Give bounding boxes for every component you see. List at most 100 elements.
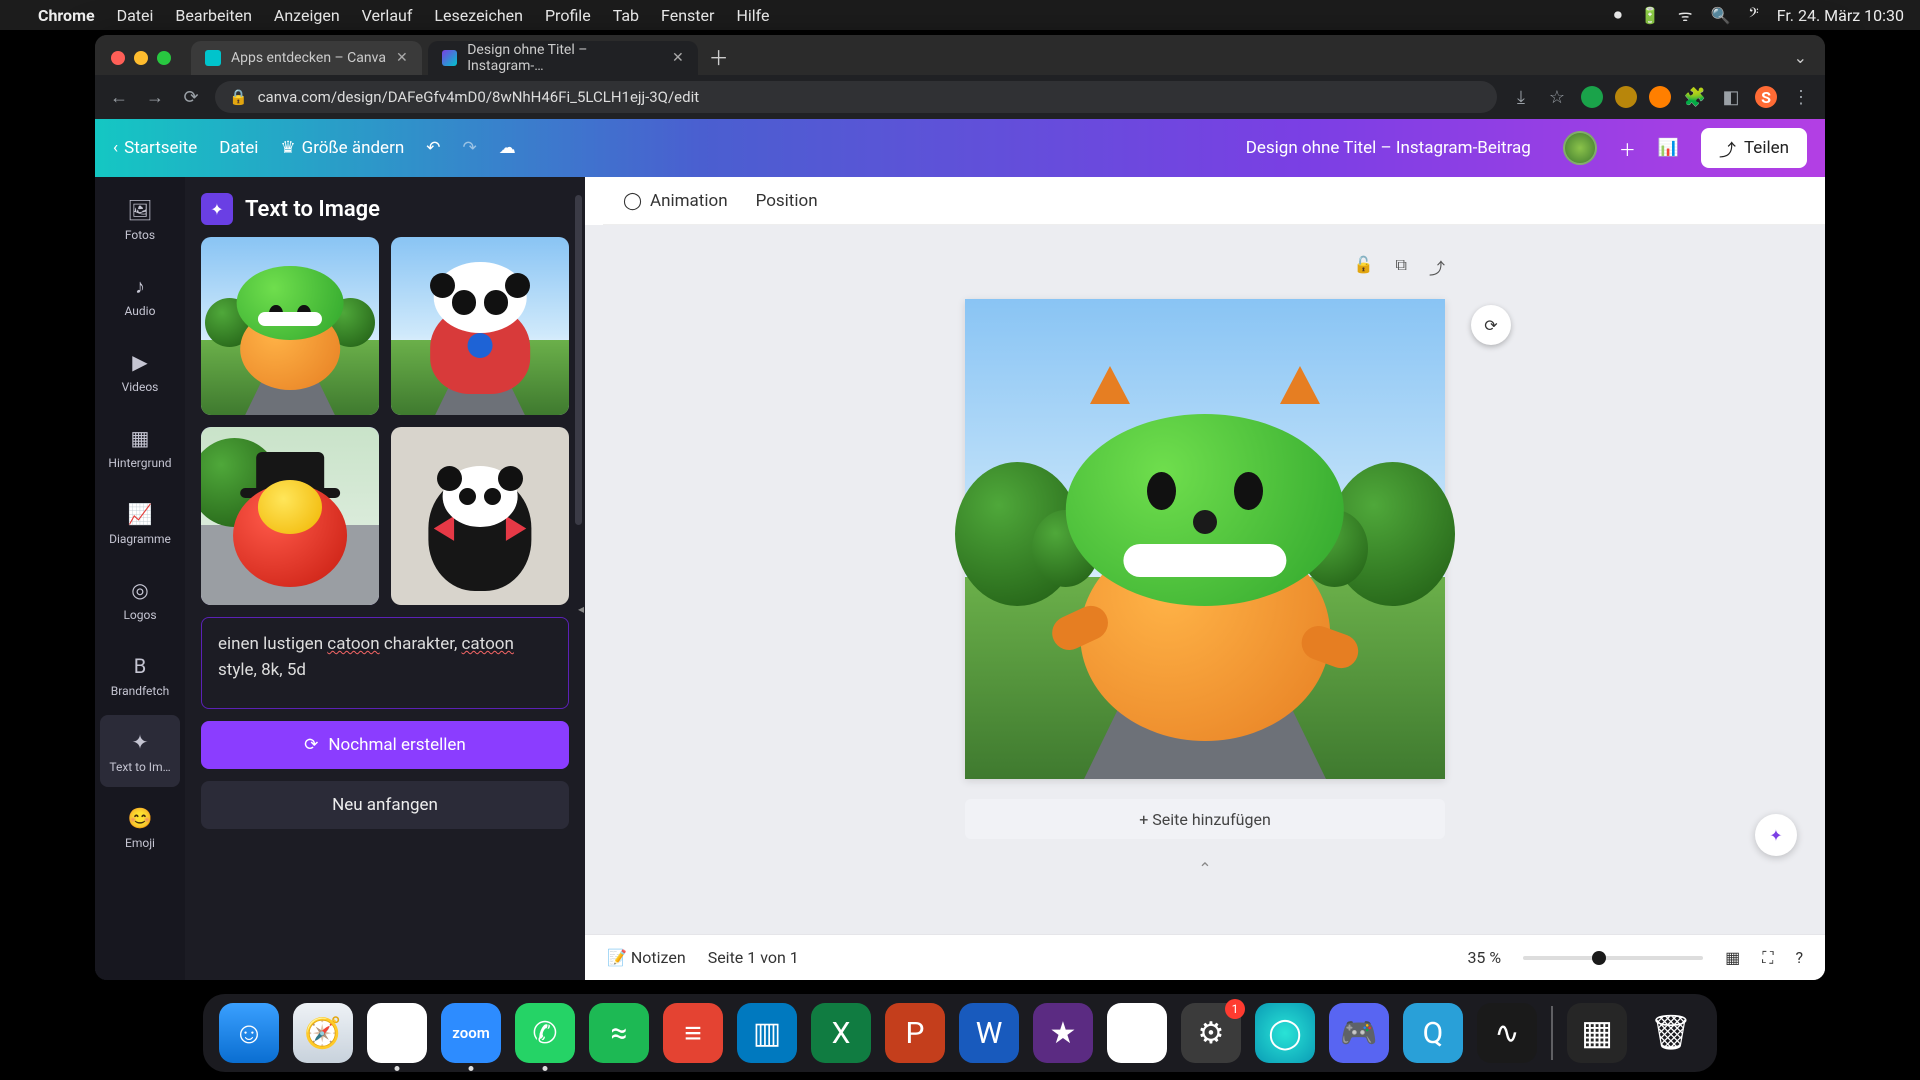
tab-close-icon[interactable]: ✕ (672, 50, 684, 66)
menu-fenster[interactable]: Fenster (661, 6, 714, 25)
new-tab-button[interactable]: ＋ (704, 41, 734, 71)
tabs-dropdown-icon[interactable]: ⌄ (1794, 48, 1807, 67)
extension-icon[interactable] (1615, 86, 1637, 108)
result-thumb-2[interactable] (391, 237, 569, 415)
extension-icon[interactable] (1649, 86, 1671, 108)
resize-menu[interactable]: ♛Größe ändern (280, 138, 404, 158)
dock-excel[interactable]: X (811, 1003, 871, 1063)
expand-handle-icon[interactable]: ⌃ (1198, 859, 1211, 878)
profile-avatar[interactable]: S (1755, 86, 1777, 108)
window-minimize-button[interactable] (134, 51, 148, 65)
menu-lesezeichen[interactable]: Lesezeichen (434, 6, 523, 25)
result-thumb-1[interactable] (201, 237, 379, 415)
dock-spotify[interactable]: ≈ (589, 1003, 649, 1063)
help-icon[interactable]: ? (1795, 948, 1803, 967)
position-button[interactable]: Position (756, 191, 818, 211)
share-button[interactable]: ⤴Teilen (1701, 128, 1807, 168)
share-page-icon[interactable]: ⤴ (1429, 255, 1445, 279)
dock-whatsapp[interactable]: ✆ (515, 1003, 575, 1063)
regenerate-button[interactable]: ⟳Nochmal erstellen (201, 721, 569, 769)
wifi-icon[interactable]: ᯤ (1678, 4, 1693, 26)
dock-imovie[interactable]: ★ (1033, 1003, 1093, 1063)
result-thumb-4[interactable] (391, 427, 569, 605)
extension-icon[interactable] (1581, 86, 1603, 108)
sidenav-brandfetch[interactable]: BBrandfetch (100, 639, 180, 711)
dock-settings[interactable]: ⚙1 (1181, 1003, 1241, 1063)
sidepanel-icon[interactable]: ◧ (1719, 85, 1743, 109)
menu-bearbeiten[interactable]: Bearbeiten (175, 6, 252, 25)
dock-discord[interactable]: 🎮 (1329, 1003, 1389, 1063)
fullscreen-icon[interactable]: ⛶ (1762, 948, 1773, 968)
battery-icon[interactable]: 🔋 (1640, 6, 1660, 25)
sidenav-videos[interactable]: ▶Videos (100, 335, 180, 407)
address-bar[interactable]: 🔒 canva.com/design/DAFeGfv4mD0/8wNhH46Fi… (215, 81, 1497, 113)
user-avatar[interactable] (1563, 131, 1597, 165)
document-title[interactable]: Design ohne Titel – Instagram-Beitrag (1246, 138, 1531, 158)
extensions-puzzle-icon[interactable]: 🧩 (1683, 85, 1707, 109)
grid-view-icon[interactable]: ▦ (1725, 948, 1740, 967)
reload-button[interactable]: ⟳ (179, 85, 203, 109)
dock-chrome[interactable]: ◉ (367, 1003, 427, 1063)
dock-drive[interactable]: ▲ (1107, 1003, 1167, 1063)
sidenav-emoji[interactable]: 😊Emoji (100, 791, 180, 863)
insights-icon[interactable]: 📊 (1658, 138, 1679, 158)
prompt-input[interactable]: einen lustigen catoon charakter, catoon … (201, 617, 569, 709)
menu-verlauf[interactable]: Verlauf (362, 6, 413, 25)
add-page-button[interactable]: + Seite hinzufügen (965, 799, 1445, 839)
magic-button[interactable]: ✦ (1755, 814, 1797, 856)
cloud-sync-icon[interactable]: ☁ (499, 138, 516, 158)
canvas-stage[interactable]: 🔓 ⧉ ⤴ ⟳ (585, 225, 1825, 934)
dock-safari[interactable]: 🧭 (293, 1003, 353, 1063)
dock-trello[interactable]: ▥ (737, 1003, 797, 1063)
zoom-slider[interactable] (1523, 956, 1703, 960)
add-collaborator-button[interactable]: ＋ (1619, 136, 1636, 161)
dock-trash[interactable]: 🗑 (1641, 1003, 1701, 1063)
sidenav-text-to-image[interactable]: ✦Text to Im… (100, 715, 180, 787)
dock-finder[interactable]: ☺ (219, 1003, 279, 1063)
window-close-button[interactable] (111, 51, 125, 65)
sidenav-fotos[interactable]: 🖼Fotos (100, 183, 180, 255)
install-app-icon[interactable]: ⤓ (1509, 85, 1533, 109)
browser-tab-0[interactable]: Apps entdecken – Canva ✕ (191, 41, 422, 75)
spotlight-icon[interactable]: 🔍 (1710, 6, 1730, 25)
sidenav-logos[interactable]: ◎Logos (100, 563, 180, 635)
dock-mission[interactable]: ▦ (1567, 1003, 1627, 1063)
dock-powerpoint[interactable]: P (885, 1003, 945, 1063)
control-center-icon[interactable]: 𝄢 (1748, 5, 1758, 25)
forward-button[interactable]: → (143, 85, 167, 109)
start-over-button[interactable]: Neu anfangen (201, 781, 569, 829)
sidenav-diagramme[interactable]: 📈Diagramme (100, 487, 180, 559)
tab-close-icon[interactable]: ✕ (396, 50, 408, 66)
lock-page-icon[interactable]: 🔓 (1354, 255, 1374, 279)
clock[interactable]: Fr. 24. März 10:30 (1777, 6, 1904, 25)
sidenav-hintergrund[interactable]: ▦Hintergrund (100, 411, 180, 483)
duplicate-page-icon[interactable]: ⧉ (1396, 255, 1407, 279)
panel-scrollbar[interactable] (575, 195, 582, 525)
chrome-menu-icon[interactable]: ⋮ (1789, 85, 1813, 109)
result-thumb-3[interactable] (201, 427, 379, 605)
design-page[interactable]: ⟳ (965, 299, 1445, 779)
dock-siri[interactable]: ◯ (1255, 1003, 1315, 1063)
back-button[interactable]: ← (107, 85, 131, 109)
browser-tab-1[interactable]: Design ohne Titel – Instagram-… ✕ (428, 41, 698, 75)
dock-zoom[interactable]: zoom (441, 1003, 501, 1063)
file-menu[interactable]: Datei (219, 138, 258, 158)
sidenav-audio[interactable]: ♪Audio (100, 259, 180, 331)
record-icon[interactable]: ⏺ (1614, 5, 1622, 25)
menu-hilfe[interactable]: Hilfe (736, 6, 769, 25)
dock-word[interactable]: W (959, 1003, 1019, 1063)
home-button[interactable]: ‹Startseite (113, 138, 197, 158)
animation-button[interactable]: ◯Animation (623, 191, 728, 211)
undo-button[interactable]: ↶ (426, 138, 440, 158)
dock-todoist[interactable]: ≡ (663, 1003, 723, 1063)
menu-profile[interactable]: Profile (545, 6, 591, 25)
menu-tab[interactable]: Tab (613, 6, 639, 25)
app-name[interactable]: Chrome (38, 6, 95, 25)
window-maximize-button[interactable] (157, 51, 171, 65)
refresh-element-button[interactable]: ⟳ (1471, 305, 1511, 345)
menu-anzeigen[interactable]: Anzeigen (274, 6, 340, 25)
bookmark-star-icon[interactable]: ☆ (1545, 85, 1569, 109)
notes-button[interactable]: 📝 Notizen (607, 948, 686, 967)
redo-button[interactable]: ↷ (462, 138, 476, 158)
menu-datei[interactable]: Datei (117, 6, 154, 25)
